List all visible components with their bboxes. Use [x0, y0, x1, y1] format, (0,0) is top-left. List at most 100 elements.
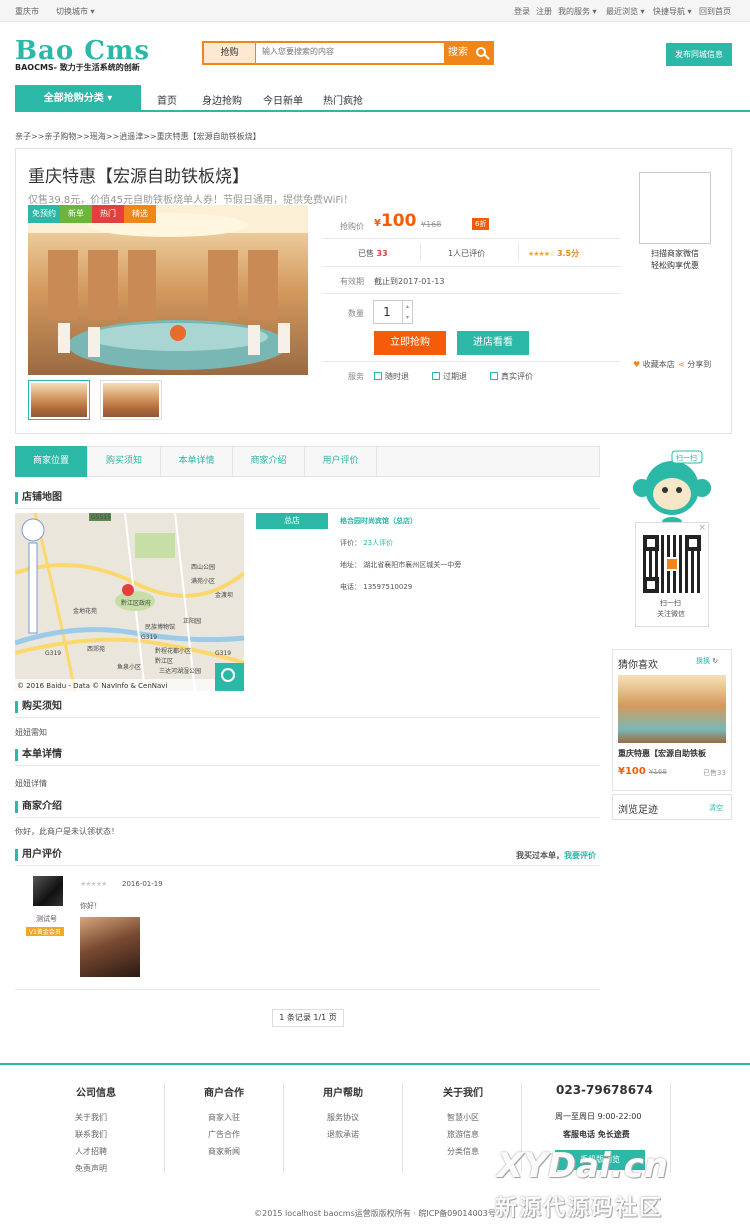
- star-rating-icon: ★★★★☆: [528, 250, 555, 258]
- member-badge: V1黄金会员: [26, 927, 64, 936]
- shop-badge: 总店: [256, 513, 328, 529]
- section-reviews-title: 用户评价: [15, 849, 62, 861]
- shop-map[interactable]: G5515 黔江区政府 金地花苑 民族博物馆 西郊苑 黔江区 正阳园 西山公园 …: [15, 513, 244, 691]
- visit-shop-button[interactable]: 进店看看: [457, 331, 529, 355]
- map-label: 三达河湖湿公园: [159, 667, 201, 675]
- tab-notice[interactable]: 购买须知: [88, 446, 161, 477]
- history-title: 浏览足迹: [618, 805, 658, 816]
- product-title: 重庆特惠【宏源自助铁板烧】: [28, 167, 249, 187]
- tab-intro[interactable]: 商家介绍: [233, 446, 305, 477]
- divider: [15, 765, 600, 766]
- refresh-icon: ↻: [712, 657, 719, 665]
- my-service-menu[interactable]: 我的服务 ▾: [558, 6, 597, 17]
- tab-reviews[interactable]: 用户评价: [305, 446, 377, 477]
- pagination: 1 条记录 1/1 页: [272, 1009, 344, 1027]
- map-copyright: © 2016 Baidu - Data © NavInfo & CenNavi: [17, 682, 167, 690]
- wechat-qr-code: [643, 535, 701, 593]
- footer-link[interactable]: 商家入驻: [184, 1112, 264, 1123]
- map-label: 黔程花都小区: [155, 647, 191, 655]
- tab-detail[interactable]: 本单详情: [161, 446, 233, 477]
- nav-home[interactable]: 首页: [157, 92, 177, 107]
- share-icon: ⋖: [678, 360, 685, 369]
- recent-menu[interactable]: 最近浏览 ▾: [606, 6, 645, 17]
- section-notice-title: 购买须知: [15, 701, 62, 713]
- footer-free-call: 客服电话 免长途费: [563, 1130, 630, 1139]
- quantity-stepper[interactable]: 1 ▴ ▾: [373, 300, 413, 324]
- login-link[interactable]: 登录: [514, 6, 530, 17]
- qty-label: 数量: [348, 309, 364, 318]
- thumbnail-2[interactable]: [100, 380, 162, 420]
- search-type-select[interactable]: 抢购: [204, 43, 256, 63]
- close-icon[interactable]: ×: [698, 523, 706, 533]
- check-icon: [490, 372, 498, 380]
- footer-link[interactable]: 广告合作: [184, 1129, 264, 1140]
- section-intro-title: 商家介绍: [15, 801, 62, 813]
- switch-city-link[interactable]: 切换城市 ▾: [56, 6, 95, 17]
- footer-link[interactable]: 免责声明: [51, 1163, 131, 1174]
- buy-now-button[interactable]: 立即抢购: [374, 331, 446, 355]
- check-icon: [374, 372, 382, 380]
- divider: [322, 361, 620, 362]
- shop-rating: 评价： 23人评价: [340, 539, 394, 547]
- stepper-arrows-icon[interactable]: ▴ ▾: [402, 301, 412, 323]
- footer-link[interactable]: 商家新闻: [184, 1146, 264, 1157]
- category-menu-button[interactable]: 全部抢购分类 ▾: [15, 85, 141, 112]
- favorite-button[interactable]: ♥ 收藏本店: [633, 359, 675, 370]
- search-icon: [476, 47, 486, 57]
- footer-link[interactable]: 关于我们: [51, 1112, 131, 1123]
- qr-scan-text: 扫一扫: [660, 599, 681, 607]
- review-user: 测试号: [36, 915, 57, 923]
- price: ¥100: [374, 211, 417, 231]
- service-real-review: 真实评价: [490, 371, 533, 382]
- footer-link[interactable]: 退款承诺: [303, 1129, 383, 1140]
- scan-bubble-text: 扫一扫: [676, 453, 697, 462]
- footer-link[interactable]: 服务协议: [303, 1112, 383, 1123]
- rating: ★★★★☆ 3.5分: [528, 249, 580, 258]
- thumbnail-1[interactable]: [28, 380, 90, 420]
- divider: [15, 508, 600, 509]
- home-link[interactable]: 回到首页: [699, 6, 731, 17]
- check-icon: [432, 372, 440, 380]
- search-box: 抢购 搜索: [202, 41, 494, 65]
- map-label: G319: [215, 650, 231, 657]
- register-link[interactable]: 注册: [536, 6, 552, 17]
- footer-col-title: 关于我们: [443, 1088, 483, 1099]
- footer-separator: [670, 1083, 671, 1173]
- quick-nav-menu[interactable]: 快捷导航 ▾: [653, 6, 692, 17]
- shop-name[interactable]: 格合园时尚宾馆（总店）: [340, 516, 417, 526]
- product-image[interactable]: [28, 205, 308, 375]
- service-refund-anytime: 随时退: [374, 371, 409, 382]
- review-count[interactable]: 1人已评价: [448, 248, 485, 259]
- tab-location[interactable]: 商家位置: [15, 446, 88, 477]
- share-button[interactable]: ⋖ 分享到: [678, 359, 711, 370]
- change-button[interactable]: 换换 ↻: [696, 656, 718, 666]
- breadcrumb[interactable]: 亲子>>亲子购物>>瑶海>>逍遥津>>重庆特惠【宏源自助铁板烧】: [15, 131, 261, 142]
- map-label: 西山公园: [191, 563, 215, 571]
- footer-link[interactable]: 分类信息: [423, 1146, 503, 1157]
- nav-hot[interactable]: 热门疯抢: [323, 92, 363, 107]
- nav-nearby[interactable]: 身边抢购: [202, 92, 242, 107]
- review-image[interactable]: [80, 917, 140, 977]
- search-button[interactable]: 搜索: [444, 43, 492, 63]
- footer-link[interactable]: 联系我们: [51, 1129, 131, 1140]
- map-label: G319: [141, 634, 157, 641]
- clear-history-button[interactable]: 清空: [709, 803, 723, 813]
- write-review[interactable]: 我买过本单，我要评价: [516, 850, 596, 861]
- divider: [15, 989, 600, 990]
- guess-item-image[interactable]: [618, 675, 726, 743]
- publish-button[interactable]: 发布同城信息: [666, 43, 732, 66]
- footer-link[interactable]: 旅游信息: [423, 1129, 503, 1140]
- nav-today[interactable]: 今日新单: [263, 92, 303, 107]
- guess-item-title[interactable]: 重庆特惠【宏源自助铁板: [618, 748, 706, 759]
- price-label: 抢购价: [340, 222, 364, 231]
- footer-separator: [164, 1083, 165, 1173]
- sold-count: 已售 33: [358, 249, 388, 258]
- divider: [322, 293, 620, 294]
- shop-address: 地址： 湖北省襄阳市襄州区城关一中旁: [340, 561, 462, 569]
- map-label: 满苑小区: [191, 577, 215, 585]
- search-input[interactable]: [262, 47, 442, 56]
- map-label: 西郊苑: [87, 645, 105, 653]
- map-label: 黔江区: [155, 657, 173, 665]
- footer-link[interactable]: 人才招聘: [51, 1146, 131, 1157]
- footer-link[interactable]: 智慧小区: [423, 1112, 503, 1123]
